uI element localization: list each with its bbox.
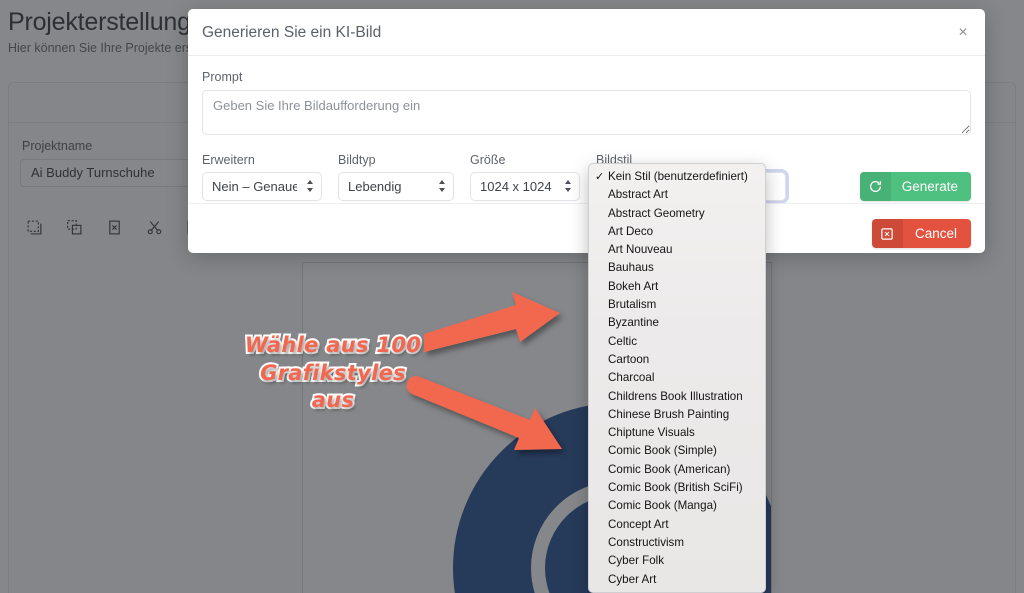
dropdown-option[interactable]: Cartoon (589, 351, 765, 369)
erweitern-label: Erweitern (202, 153, 255, 167)
modal-footer: Cancel (188, 203, 985, 253)
bildtyp-label: Bildtyp (338, 153, 376, 167)
dropdown-option[interactable]: Comic Book (Simple) (589, 442, 765, 460)
dropdown-option[interactable]: Kein Stil (benutzerdefiniert) (589, 168, 765, 187)
erweitern-select[interactable]: Nein – Genaue Ei (202, 172, 322, 201)
modal-header: Generieren Sie ein KI-Bild × (188, 9, 985, 56)
modal-body: Prompt Erweitern Nein – Genaue Ei Bildty… (188, 56, 985, 204)
generate-button-label: Generate (901, 179, 958, 194)
prompt-label: Prompt (202, 70, 243, 84)
dropdown-option[interactable]: Comic Book (American) (589, 461, 765, 479)
close-icon[interactable]: × (953, 23, 973, 43)
cancel-button-label: Cancel (914, 226, 957, 241)
control-groesse: Größe 1024 x 1024 (470, 153, 580, 201)
refresh-icon (859, 172, 891, 201)
dropdown-option[interactable]: Chiptune Visuals (589, 424, 765, 442)
dropdown-option[interactable]: Bauhaus (589, 259, 765, 277)
dropdown-option[interactable]: Art Deco (589, 223, 765, 241)
dropdown-option[interactable]: Abstract Art (589, 186, 765, 204)
dropdown-option[interactable]: Brutalism (589, 296, 765, 314)
dropdown-option[interactable]: Concept Art (589, 516, 765, 534)
dropdown-option[interactable]: Byzantine (589, 314, 765, 332)
groesse-label: Größe (470, 153, 506, 167)
prompt-input[interactable] (202, 90, 971, 135)
groesse-select[interactable]: 1024 x 1024 (470, 172, 580, 201)
dropdown-option[interactable]: Art Nouveau (589, 241, 765, 259)
modal-title: Generieren Sie ein KI-Bild (202, 24, 382, 41)
generate-ai-image-modal: Generieren Sie ein KI-Bild × Prompt Erwe… (188, 9, 985, 253)
generate-button[interactable]: Generate (859, 172, 971, 201)
dropdown-option[interactable]: Charcoal (589, 369, 765, 387)
cancel-button[interactable]: Cancel (871, 219, 971, 248)
close-box-icon (871, 219, 903, 248)
bildstil-dropdown-list[interactable]: Kein Stil (benutzerdefiniert)Abstract Ar… (588, 163, 766, 593)
dropdown-option[interactable]: Celtic (589, 333, 765, 351)
dropdown-option[interactable]: Comic Book (Manga) (589, 497, 765, 515)
dropdown-option[interactable]: Comic Book (British SciFi) (589, 479, 765, 497)
dropdown-option[interactable]: Cyber Folk (589, 552, 765, 570)
screen: Projekterstellung/-be Hier können Sie Ih… (0, 0, 1024, 593)
control-erweitern: Erweitern Nein – Genaue Ei (202, 153, 322, 201)
dropdown-option[interactable]: Bokeh Art (589, 278, 765, 296)
dropdown-option[interactable]: Abstract Geometry (589, 205, 765, 223)
dropdown-option[interactable]: Chinese Brush Painting (589, 406, 765, 424)
controls-row: Erweitern Nein – Genaue Ei Bildtyp Leben… (202, 153, 971, 204)
bildtyp-select[interactable]: Lebendig (338, 172, 454, 201)
dropdown-option[interactable]: Constructivism (589, 534, 765, 552)
dropdown-option[interactable]: Childrens Book Illustration (589, 388, 765, 406)
dropdown-option[interactable]: Cyber Art (589, 571, 765, 589)
control-bildtyp: Bildtyp Lebendig (338, 153, 454, 201)
